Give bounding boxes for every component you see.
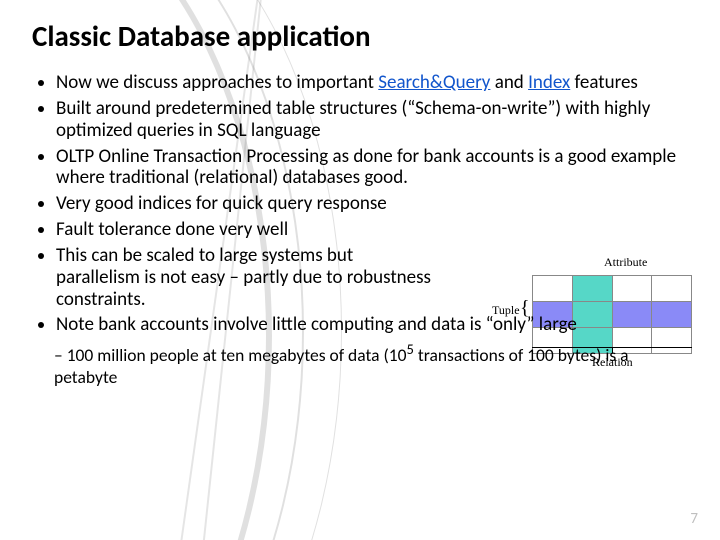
bullet-1-text-c: features — [570, 71, 638, 94]
bullet-1-text-b: and — [490, 71, 528, 94]
bullet-list: Now we discuss approaches to important S… — [28, 72, 692, 336]
bullet-7: Note bank accounts involve little comput… — [56, 314, 692, 336]
bullet-4: Very good indices for quick query respon… — [56, 193, 692, 215]
slide-content: Classic Database application Now we disc… — [28, 18, 692, 388]
sub-bullet-1a: 100 million people at ten megabytes of d… — [67, 344, 407, 366]
slide: Classic Database application Now we disc… — [0, 0, 720, 540]
page-number: 7 — [690, 510, 698, 528]
sub-bullet-1: 100 million people at ten megabytes of d… — [54, 340, 692, 388]
search-query-link[interactable]: Search&Query — [378, 71, 490, 94]
index-link[interactable]: Index — [528, 71, 570, 94]
sub-bullet-1-exp: 5 — [407, 340, 414, 358]
bullet-3: OLTP Online Transaction Processing as do… — [56, 146, 692, 190]
bullet-6: This can be scaled to large systems but … — [56, 245, 692, 311]
bullet-6-text: This can be scaled to large systems but … — [56, 245, 436, 311]
bullet-2: Built around predetermined table structu… — [56, 98, 692, 142]
page-title: Classic Database application — [32, 18, 692, 54]
bullet-1: Now we discuss approaches to important S… — [56, 72, 692, 94]
bullet-5: Fault tolerance done very well — [56, 219, 692, 241]
bullet-1-text-a: Now we discuss approaches to important — [56, 71, 378, 94]
sub-bullet-list: 100 million people at ten megabytes of d… — [54, 340, 692, 388]
